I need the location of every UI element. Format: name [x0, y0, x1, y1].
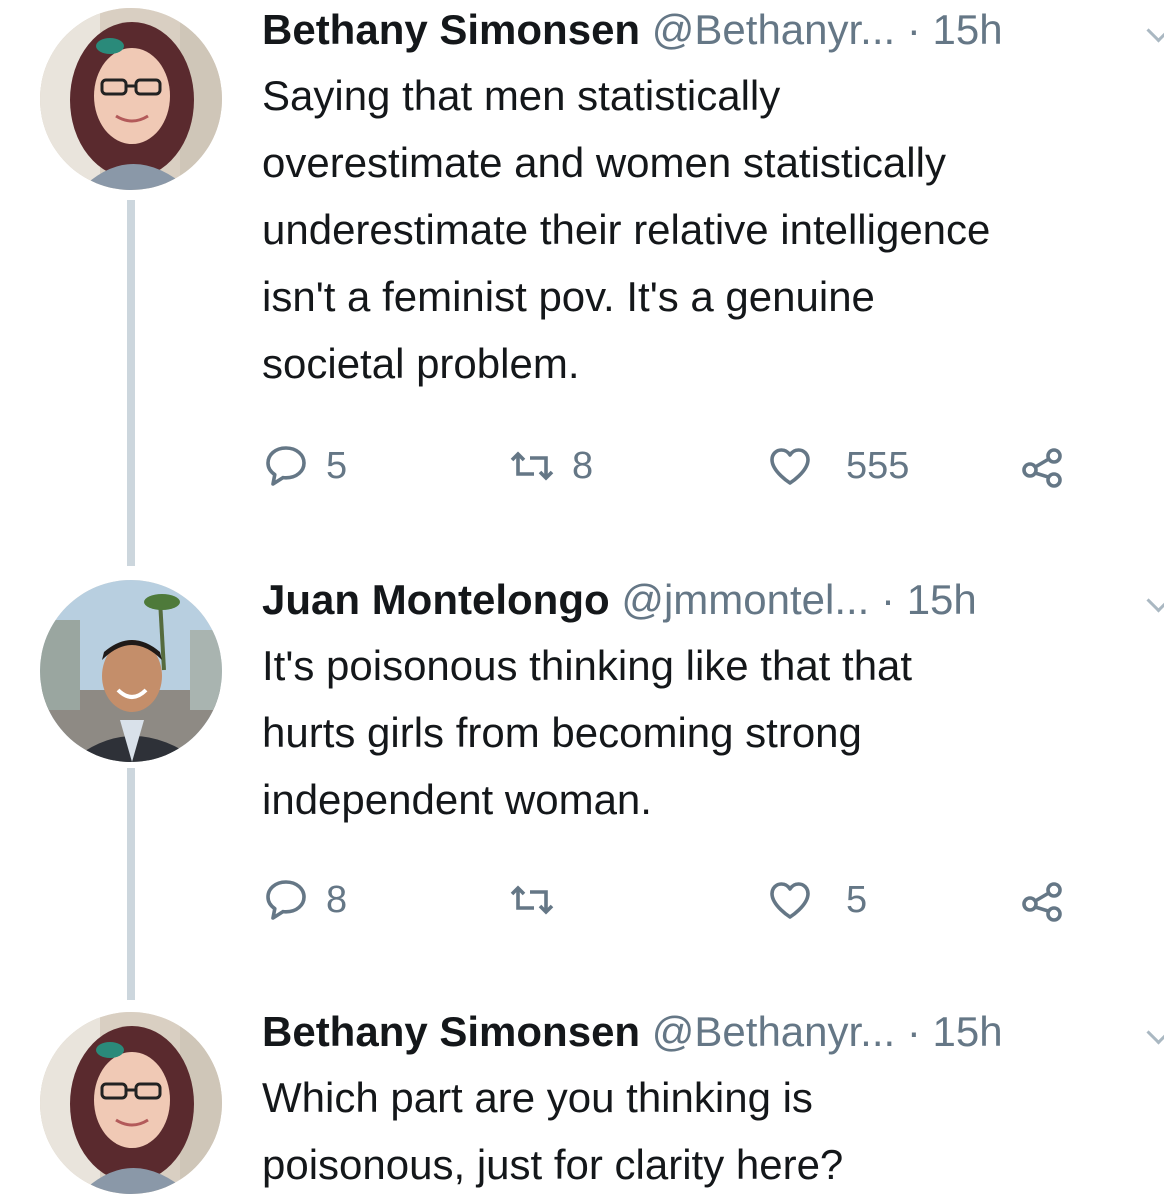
- tweet[interactable]: Bethany Simonsen @Bethanyr... · 15h Whic…: [0, 1002, 1164, 1200]
- avatar-image: [40, 1012, 222, 1194]
- tweet-content: Juan Montelongo @jmmontel... · 15h It's …: [262, 570, 1164, 833]
- thread-line: [127, 768, 135, 1000]
- avatar[interactable]: [40, 580, 222, 762]
- avatar[interactable]: [40, 1012, 222, 1194]
- thread-line: [127, 200, 135, 566]
- timestamp[interactable]: 15h: [907, 576, 977, 623]
- like-count: 555: [846, 444, 910, 487]
- separator-dot: ·: [881, 576, 896, 623]
- separator-dot: ·: [906, 6, 921, 53]
- like-button[interactable]: 555: [766, 436, 909, 496]
- tweet[interactable]: Juan Montelongo @jmmontel... · 15h It's …: [0, 570, 1164, 1000]
- tweet-header: Bethany Simonsen @Bethanyr... · 15h: [262, 1002, 1162, 1062]
- separator-dot: ·: [906, 1008, 921, 1055]
- tweet[interactable]: Bethany Simonsen @Bethanyr... · 15h Sayi…: [0, 0, 1164, 566]
- reply-count: 5: [326, 444, 348, 487]
- reply-icon: [266, 446, 306, 486]
- tweet-actions: 5 8 555: [262, 436, 1082, 496]
- tweet-header: Bethany Simonsen @Bethanyr... · 15h: [262, 0, 1162, 60]
- tweet-content: Bethany Simonsen @Bethanyr... · 15h Sayi…: [262, 0, 1164, 397]
- tweet-text: Saying that men statistically overestima…: [262, 72, 991, 387]
- reply-button[interactable]: 8: [262, 870, 347, 930]
- retweet-icon: [510, 885, 554, 915]
- tweet-header: Juan Montelongo @jmmontel... · 15h: [262, 570, 1162, 630]
- share-button[interactable]: [1018, 436, 1066, 496]
- reply-count: 8: [326, 878, 348, 921]
- display-name[interactable]: Juan Montelongo: [262, 576, 610, 623]
- tweet-content: Bethany Simonsen @Bethanyr... · 15h Whic…: [262, 1002, 1164, 1198]
- retweet-button[interactable]: [508, 870, 572, 930]
- avatar-image: [40, 580, 222, 762]
- reply-icon: [266, 880, 306, 920]
- tweet-actions: 8 5: [262, 870, 1082, 930]
- action-bar-wrapper: 5 8 555: [262, 436, 1162, 496]
- user-handle[interactable]: @Bethanyr...: [652, 6, 895, 53]
- heart-icon: [770, 448, 810, 485]
- timestamp[interactable]: 15h: [933, 1008, 1003, 1055]
- share-icon: [1022, 882, 1062, 922]
- avatar[interactable]: [40, 8, 222, 190]
- like-count: 5: [846, 878, 868, 921]
- user-handle[interactable]: @jmmontel...: [621, 576, 869, 623]
- user-handle[interactable]: @Bethanyr...: [652, 1008, 895, 1055]
- timestamp[interactable]: 15h: [933, 6, 1003, 53]
- like-button[interactable]: 5: [766, 870, 867, 930]
- retweet-icon: [510, 451, 554, 481]
- avatar-image: [40, 8, 222, 190]
- retweet-button[interactable]: 8: [508, 436, 593, 496]
- tweet-text: It's poisonous thinking like that that h…: [262, 642, 913, 823]
- share-icon: [1022, 448, 1062, 488]
- retweet-count: 8: [572, 444, 594, 487]
- reply-button[interactable]: 5: [262, 436, 347, 496]
- heart-icon: [770, 882, 810, 919]
- tweet-text: Which part are you thinking is poisonous…: [262, 1074, 844, 1188]
- share-button[interactable]: [1018, 870, 1066, 930]
- action-bar-wrapper: 8 5: [262, 870, 1162, 930]
- display-name[interactable]: Bethany Simonsen: [262, 1008, 640, 1055]
- display-name[interactable]: Bethany Simonsen: [262, 6, 640, 53]
